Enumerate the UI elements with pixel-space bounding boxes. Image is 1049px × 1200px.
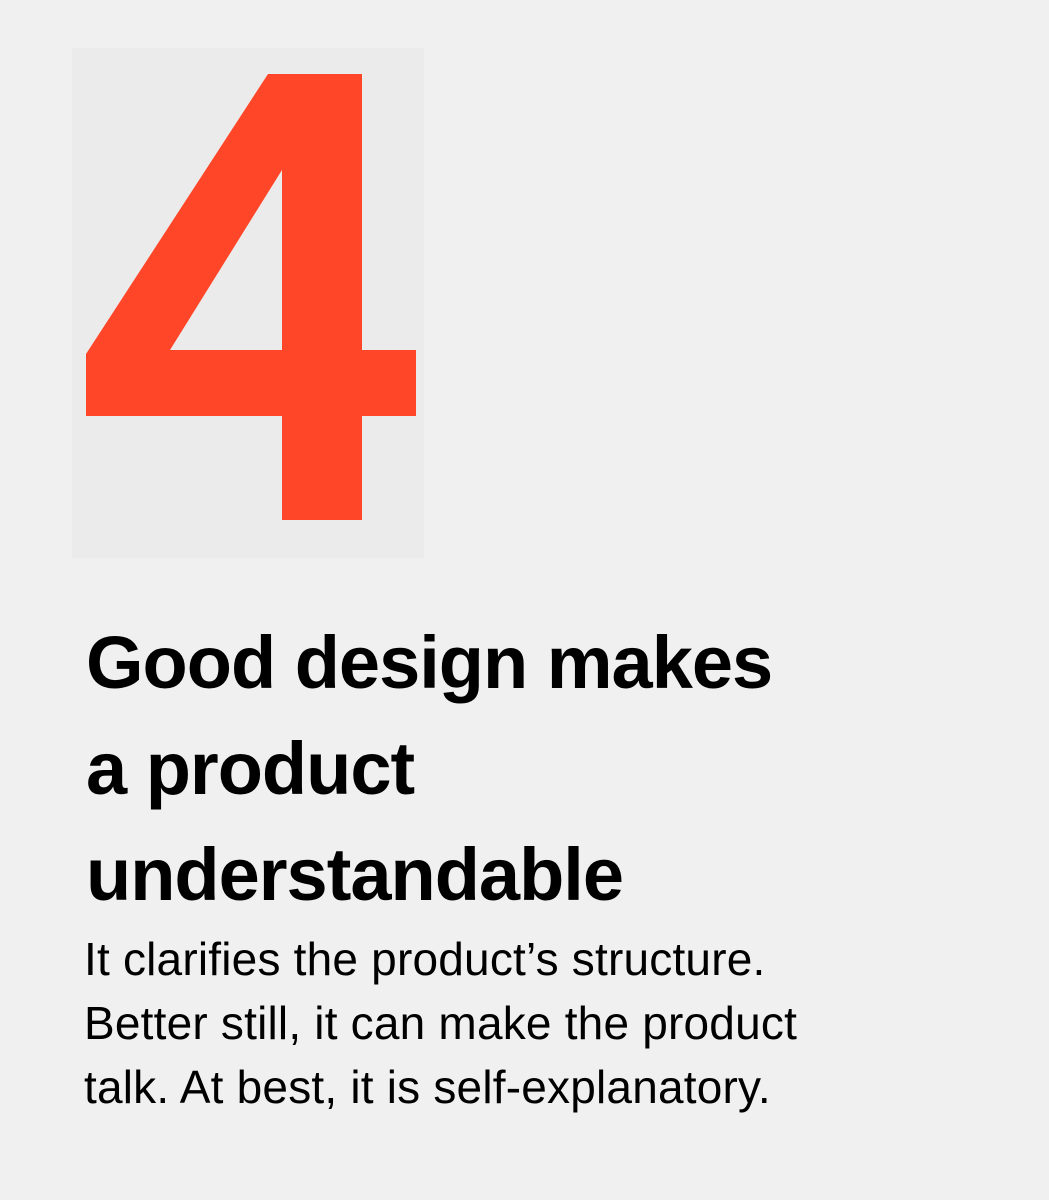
numeral-four: 4 (86, 74, 416, 520)
numeral-four-glyph (86, 74, 416, 520)
headline-line-3: understandable (86, 833, 624, 916)
body-line-3: talk. At best, it is self-explanatory. (84, 1061, 771, 1113)
headline-line-1: Good design makes (86, 621, 773, 704)
headline-line-2: a product (86, 727, 415, 810)
numeral-panel: 4 (72, 48, 424, 558)
body-line-2: Better still, it can make the product (84, 997, 798, 1049)
headline: Good design makes a product understandab… (86, 610, 986, 928)
body-copy: It clarifies the product’s structure. Be… (84, 927, 1004, 1119)
body-line-1: It clarifies the product’s structure. (84, 933, 766, 985)
